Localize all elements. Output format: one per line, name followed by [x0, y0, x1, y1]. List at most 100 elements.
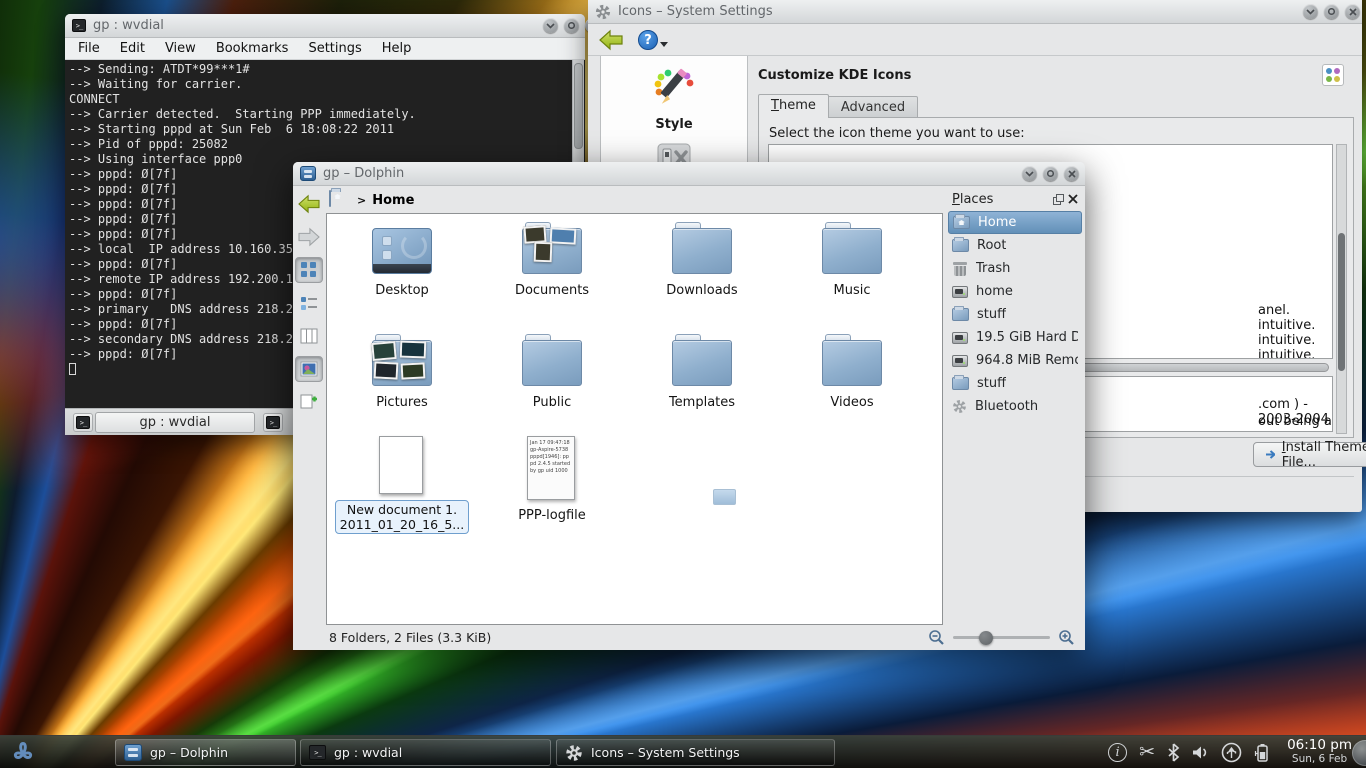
- gear-icon: [952, 399, 967, 414]
- klipper-scissors-icon[interactable]: ✂: [1139, 743, 1155, 762]
- split-view-button[interactable]: [295, 389, 323, 415]
- zoom-in-icon[interactable]: [1058, 629, 1075, 646]
- folder-item-templates[interactable]: Templates: [627, 334, 777, 410]
- dolphin-statusbar: 8 Folders, 2 Files (3.3 KiB): [293, 625, 1085, 650]
- launcher-button[interactable]: [3, 737, 43, 768]
- menu-view[interactable]: View: [165, 41, 196, 56]
- forward-button[interactable]: [295, 224, 323, 250]
- panel-cashew-icon[interactable]: [1352, 740, 1366, 766]
- folder-item-documents[interactable]: Documents: [477, 222, 627, 298]
- folder-item-videos[interactable]: Videos: [777, 334, 927, 410]
- tab-theme[interactable]: Theme: [758, 94, 829, 118]
- maximize-button[interactable]: [564, 18, 579, 33]
- place-item-hard-drive[interactable]: 19.5 GiB Hard Drive: [948, 326, 1082, 349]
- icons-view-button[interactable]: [295, 257, 323, 283]
- install-arrow-icon: [1265, 449, 1275, 460]
- minimize-button[interactable]: [543, 18, 558, 33]
- minimize-button[interactable]: [1303, 4, 1318, 19]
- bluetooth-icon[interactable]: [1167, 743, 1180, 762]
- terminal-cursor: [69, 363, 76, 375]
- columns-view-button[interactable]: [295, 323, 323, 349]
- menu-file[interactable]: File: [78, 41, 100, 56]
- dolphin-toolbar: [293, 187, 325, 625]
- theme-list-item[interactable]: anel.: [1258, 303, 1290, 318]
- taskbar-item-dolphin[interactable]: gp – Dolphin: [115, 739, 296, 766]
- folder-item-public[interactable]: Public: [477, 334, 627, 410]
- sidebar-item-style[interactable]: Style: [601, 56, 747, 132]
- select-theme-label: Select the icon theme you want to use:: [769, 126, 1025, 141]
- details-view-button[interactable]: [295, 290, 323, 316]
- zoom-slider-handle[interactable]: [979, 631, 993, 645]
- tab-list-button[interactable]: >_: [263, 413, 283, 432]
- konsole-icon: >_: [72, 19, 86, 32]
- volume-icon[interactable]: [1192, 745, 1209, 760]
- battery-icon[interactable]: [1254, 743, 1270, 763]
- terminal-titlebar[interactable]: >_ gp : wvdial: [65, 14, 585, 38]
- menu-edit[interactable]: Edit: [120, 41, 145, 56]
- terminal-tab[interactable]: gp : wvdial: [95, 412, 255, 433]
- back-button[interactable]: [295, 191, 323, 217]
- back-button[interactable]: [598, 29, 624, 51]
- folder-item-downloads[interactable]: Downloads: [627, 222, 777, 298]
- places-panel-title: Places: [952, 192, 1049, 207]
- pictures-folder-icon: [372, 340, 432, 386]
- digital-clock[interactable]: 06:10 pm Sun, 6 Feb: [1287, 738, 1352, 766]
- close-button[interactable]: [1345, 4, 1360, 19]
- folder-view[interactable]: Desktop Documents Downloads Music: [326, 213, 943, 625]
- place-item-stuff[interactable]: stuff: [948, 303, 1082, 326]
- system-settings-titlebar[interactable]: Icons – System Settings: [588, 0, 1362, 24]
- place-item-home-partition[interactable]: home: [948, 280, 1082, 303]
- tab-advanced[interactable]: Advanced: [829, 96, 918, 118]
- new-tab-button[interactable]: >_: [73, 413, 93, 432]
- file-item-ppp-logfile[interactable]: Jan 17 09:47:18 gp-Aspire-5738 pppd[1946…: [477, 434, 627, 523]
- close-button[interactable]: [1064, 166, 1079, 181]
- zoom-slider[interactable]: [953, 636, 1050, 639]
- zoom-out-icon[interactable]: [928, 629, 945, 646]
- back-arrow-icon: [297, 194, 321, 214]
- place-item-removable[interactable]: 964.8 MiB Remov...: [948, 349, 1082, 372]
- folder-item-music[interactable]: Music: [777, 222, 927, 298]
- taskbar-item-wvdial[interactable]: >_ gp : wvdial: [300, 739, 551, 766]
- theme-list-item[interactable]: intuitive.: [1258, 318, 1315, 333]
- kcm-title: Customize KDE Icons: [758, 68, 911, 83]
- minimize-button[interactable]: [1022, 166, 1037, 181]
- dolphin-window: gp – Dolphin: [293, 162, 1085, 650]
- maximize-button[interactable]: [1043, 166, 1058, 181]
- close-panel-icon[interactable]: [1068, 194, 1078, 204]
- vertical-scrollbar[interactable]: [1336, 144, 1347, 434]
- place-item-stuff-2[interactable]: stuff: [948, 372, 1082, 395]
- launcher-trefoil-icon: [3, 737, 43, 768]
- place-item-root[interactable]: Root: [948, 234, 1082, 257]
- menu-settings[interactable]: Settings: [308, 41, 361, 56]
- float-panel-icon[interactable]: [1053, 194, 1064, 205]
- place-item-bluetooth[interactable]: Bluetooth: [948, 395, 1082, 418]
- icon-sizes-icon[interactable]: [1322, 64, 1344, 86]
- system-tray: i ✂: [1108, 736, 1270, 768]
- taskbar-item-system-settings[interactable]: Icons – System Settings: [556, 739, 835, 766]
- dolphin-window-title: gp – Dolphin: [323, 166, 404, 181]
- usb-device-icon[interactable]: [1221, 742, 1242, 763]
- folder-item-desktop[interactable]: Desktop: [327, 222, 477, 298]
- place-item-home[interactable]: Home: [948, 211, 1082, 234]
- file-item-new-document[interactable]: New document 1. 2011_01_20_16_5...: [327, 434, 477, 534]
- maximize-button[interactable]: [1324, 4, 1339, 19]
- forward-arrow-icon: [297, 227, 321, 247]
- theme-list-item[interactable]: intuitive.: [1258, 333, 1315, 348]
- dolphin-titlebar[interactable]: gp – Dolphin: [293, 162, 1085, 186]
- folder-icon: [822, 228, 882, 274]
- info-tray-icon[interactable]: i: [1108, 743, 1127, 762]
- text-preview-icon: Jan 17 09:47:18 gp-Aspire-5738 pppd[1946…: [527, 436, 575, 500]
- preview-toggle-button[interactable]: [295, 356, 323, 382]
- folder-item-pictures[interactable]: Pictures: [327, 334, 477, 410]
- menu-help[interactable]: Help: [382, 41, 412, 56]
- selected-file-label: New document 1. 2011_01_20_16_5...: [335, 500, 469, 534]
- back-arrow-icon: [598, 29, 624, 51]
- help-button[interactable]: ?: [638, 30, 668, 50]
- breadcrumb-home-button[interactable]: [329, 191, 351, 209]
- theme-list-item[interactable]: intuitive.: [1258, 348, 1315, 359]
- hard-drive-icon: [952, 286, 968, 298]
- place-item-trash[interactable]: Trash: [948, 257, 1082, 280]
- install-theme-button[interactable]: Install Theme File...: [1253, 442, 1366, 467]
- menu-bookmarks[interactable]: Bookmarks: [216, 41, 289, 56]
- breadcrumb-home[interactable]: Home: [372, 193, 414, 208]
